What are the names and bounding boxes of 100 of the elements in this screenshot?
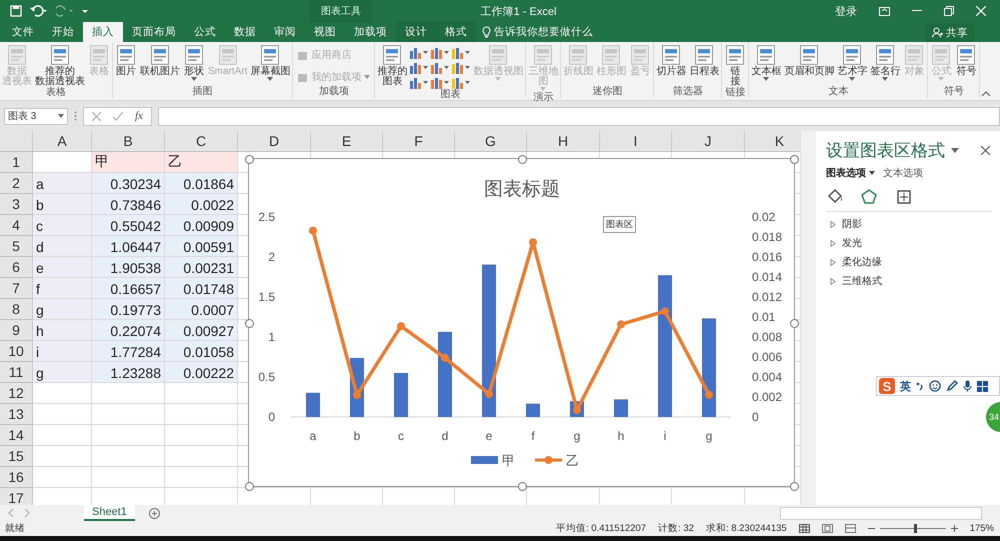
ribbon-button[interactable]: 文本框 <box>750 44 782 82</box>
paint-bucket-icon[interactable] <box>826 188 844 205</box>
ribbon-button[interactable]: 形状 <box>182 44 206 82</box>
section-label[interactable]: 柔化边缘 <box>842 255 882 269</box>
menu-tab[interactable]: 视图 <box>305 22 345 42</box>
resize-handle[interactable] <box>790 482 799 491</box>
row-header[interactable]: 12 <box>0 383 33 404</box>
chart-type-icon[interactable] <box>451 75 472 89</box>
ribbon-button[interactable]: 切片器 <box>655 44 688 77</box>
pane-options-caret-icon[interactable] <box>951 148 959 153</box>
menu-tab[interactable]: 页面布局 <box>123 22 185 42</box>
row-header[interactable]: 13 <box>0 404 33 425</box>
section-label[interactable]: 发光 <box>842 236 862 250</box>
ime-mode-button[interactable]: 英 <box>900 378 911 394</box>
resize-handle[interactable] <box>245 155 254 164</box>
save-icon[interactable] <box>10 5 22 17</box>
section-label[interactable]: 阴影 <box>842 217 862 231</box>
check-icon[interactable] <box>113 112 123 120</box>
ribbon-button[interactable]: 图片 <box>114 44 138 77</box>
menu-tab[interactable]: 开始 <box>43 22 83 42</box>
insert-function-button[interactable]: fx <box>135 110 143 122</box>
resize-handle[interactable] <box>790 155 799 164</box>
minimize-icon[interactable] <box>912 10 922 12</box>
menu-tab[interactable]: 数据 <box>225 22 265 42</box>
chart-type-icon[interactable] <box>430 60 450 74</box>
column-header[interactable]: D <box>238 131 311 152</box>
pane-tab[interactable]: 图表选项 <box>826 166 875 180</box>
collapse-ribbon-icon[interactable] <box>982 91 990 96</box>
pen-icon[interactable] <box>946 380 958 392</box>
ribbon-button[interactable]: 日程表 <box>688 44 720 77</box>
row-header[interactable]: 6 <box>0 257 33 278</box>
collapsed-triangle-icon[interactable] <box>830 240 836 246</box>
row-header[interactable]: 10 <box>0 341 33 362</box>
section-label[interactable]: 三维格式 <box>842 274 882 288</box>
name-box[interactable]: 图表 3 <box>4 108 68 124</box>
chart-type-icon[interactable] <box>409 45 430 59</box>
chart-type-icon[interactable] <box>451 60 472 74</box>
column-header[interactable]: J <box>672 131 745 152</box>
resize-handle[interactable] <box>790 318 799 328</box>
normal-view-icon[interactable] <box>798 524 810 533</box>
chart-type-icon[interactable] <box>451 45 472 59</box>
column-header[interactable]: H <box>527 131 600 152</box>
menu-tab[interactable]: 设计 <box>396 22 436 42</box>
ribbon-button[interactable]: 艺术字 <box>836 44 868 82</box>
zoom-in-icon[interactable] <box>950 525 958 532</box>
resize-handle[interactable] <box>245 318 254 328</box>
ribbon-button[interactable]: 链 接 <box>723 44 748 87</box>
row-header[interactable]: 17 <box>0 488 33 505</box>
column-header[interactable]: G <box>455 131 527 152</box>
row-header[interactable]: 11 <box>0 362 33 383</box>
sheet-tab[interactable]: Sheet1 <box>84 505 135 521</box>
collapsed-triangle-icon[interactable] <box>830 278 836 284</box>
resize-handle[interactable] <box>518 482 526 491</box>
chart-type-icon[interactable] <box>430 75 450 89</box>
formula-input[interactable] <box>158 106 1000 126</box>
smiley-icon[interactable] <box>929 380 941 392</box>
column-header[interactable]: C <box>165 131 238 152</box>
page-break-icon[interactable] <box>844 524 856 533</box>
column-header[interactable]: B <box>92 131 165 152</box>
menu-tab[interactable]: 文件 <box>3 22 43 42</box>
chart-type-icon[interactable] <box>409 75 430 89</box>
menu-tab[interactable]: 审阅 <box>265 22 305 42</box>
row-header[interactable]: 5 <box>0 236 33 257</box>
row-header[interactable]: 2 <box>0 173 33 194</box>
punctuation-icon[interactable] <box>916 381 924 391</box>
ribbon-button[interactable]: 联机图片 <box>139 44 181 77</box>
row-header[interactable]: 9 <box>0 320 33 341</box>
ribbon-button[interactable]: 推荐的 数据透视表 <box>34 44 86 87</box>
column-header[interactable]: K <box>745 131 800 152</box>
collapsed-triangle-icon[interactable] <box>830 258 836 266</box>
grid-icon[interactable] <box>977 380 988 392</box>
collapsed-triangle-icon[interactable] <box>830 220 836 228</box>
pentagon-icon[interactable] <box>860 188 878 205</box>
row-header[interactable]: 7 <box>0 278 33 299</box>
row-header[interactable]: 14 <box>0 425 33 446</box>
row-header[interactable]: 16 <box>0 467 33 488</box>
menu-tab[interactable]: 插入 <box>83 22 123 42</box>
zoom-out-icon[interactable] <box>868 525 875 532</box>
resize-handle[interactable] <box>245 482 254 491</box>
close-icon[interactable] <box>981 146 990 155</box>
horizontal-scrollbar[interactable] <box>780 506 982 520</box>
redo-icon[interactable] <box>56 5 74 17</box>
ribbon-button[interactable]: 符号 <box>954 44 978 77</box>
ribbon-button[interactable]: 推荐的 图表 <box>376 44 408 87</box>
page-layout-icon[interactable] <box>822 524 833 533</box>
row-header[interactable]: 1 <box>0 152 33 173</box>
zoom-slider-thumb[interactable] <box>914 524 918 533</box>
zoom-level[interactable]: 175% <box>970 523 1000 534</box>
menu-tab[interactable]: 格式 <box>436 22 476 42</box>
customize-caret-icon[interactable] <box>82 8 88 14</box>
row-header[interactable]: 3 <box>0 194 33 215</box>
microphone-icon[interactable] <box>963 380 972 392</box>
sign-in-link[interactable]: 登录 <box>835 4 857 18</box>
column-header[interactable]: I <box>600 131 672 152</box>
maximize-icon[interactable] <box>944 6 954 16</box>
ribbon-button[interactable]: 签名行 <box>869 44 902 82</box>
column-header[interactable]: A <box>33 131 92 152</box>
undo-icon[interactable] <box>30 5 48 17</box>
ribbon-button[interactable]: 屏幕截图 <box>249 44 292 82</box>
row-header[interactable]: 8 <box>0 299 33 320</box>
